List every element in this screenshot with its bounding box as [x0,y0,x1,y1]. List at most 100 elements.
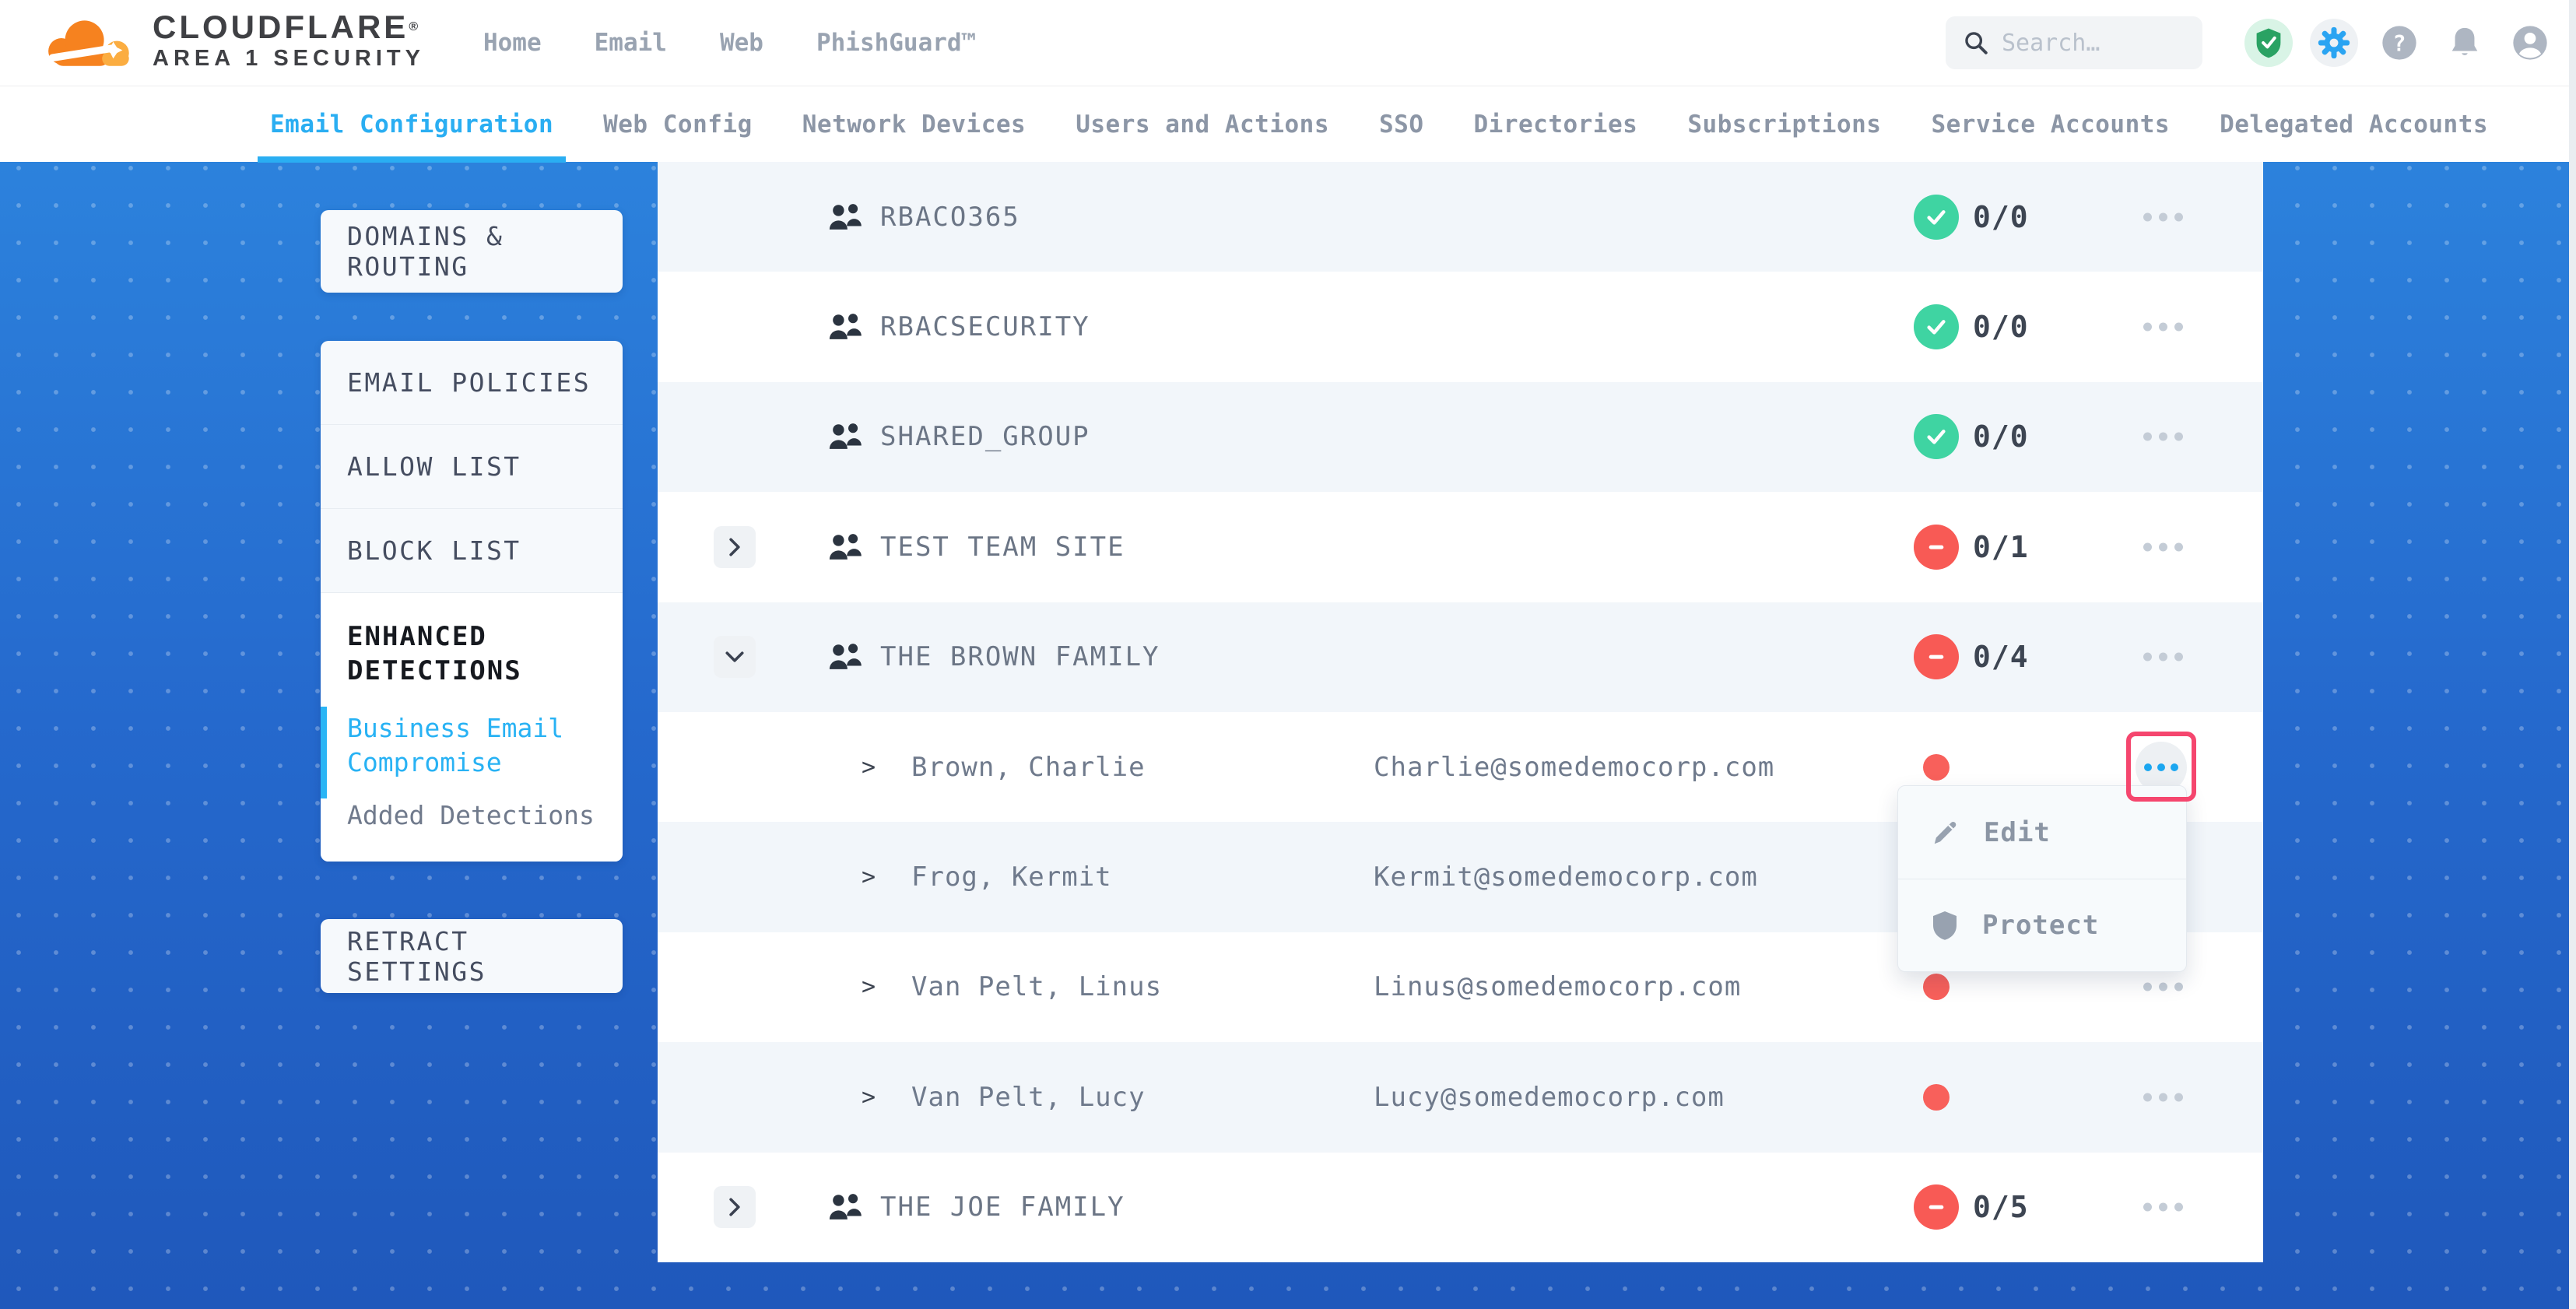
nav-web[interactable]: Web [720,29,763,57]
member-name: Frog, Kermit [911,862,1112,893]
status-red-dot [1923,974,1950,1000]
cloudflare-cloud-icon [43,10,140,75]
search-input[interactable] [2002,30,2188,57]
sidebar-item-domains-routing[interactable]: DOMAINS & ROUTING [321,210,623,293]
sidebar-section-enhanced-detections: ENHANCED DETECTIONS Business Email Compr… [321,593,623,862]
expand-group-button[interactable] [714,1186,756,1228]
sidebar: DOMAINS & ROUTING EMAIL POLICIES ALLOW L… [321,210,623,993]
member-chevron-icon[interactable]: > [862,753,876,781]
nav-home[interactable]: Home [483,29,542,57]
sidebar-item-email-policies[interactable]: EMAIL POLICIES [321,341,623,425]
status-blocked-badge [1914,634,1959,679]
row-context-menu: Edit Protect [1897,785,2187,972]
groups-table-panel: RBACO3650/0RBACSECURITY0/0SHARED_GROUP0/… [658,162,2263,1262]
tab-subscriptions[interactable]: Subscriptions [1687,86,1881,163]
protected-count: 0/4 [1973,640,2029,674]
member-name: Van Pelt, Lucy [911,1082,1146,1113]
tab-directories[interactable]: Directories [1474,86,1638,163]
status-red-dot [1923,754,1950,781]
status-red-dot [1923,1084,1950,1111]
row-actions-menu-button[interactable] [2143,1093,2183,1101]
minus-icon [1924,1195,1949,1220]
group-name: RBACO365 [880,202,1020,233]
menu-item-edit[interactable]: Edit [1898,786,2186,879]
member-chevron-icon[interactable]: > [862,974,876,1001]
sidebar-item-block-list[interactable]: BLOCK LIST [321,509,623,593]
search-bar[interactable] [1946,16,2202,69]
group-people-icon [827,532,863,563]
tab-service-accounts[interactable]: Service Accounts [1931,86,2170,163]
sidebar-item-allow-list[interactable]: ALLOW LIST [321,425,623,509]
sidebar-item-business-email-compromise[interactable]: Business Email Compromise [347,711,623,780]
group-people-icon [827,421,863,452]
group-people-icon [827,202,863,233]
active-item-indicator [321,707,327,798]
tab-email-configuration[interactable]: Email Configuration [270,86,553,163]
help-icon[interactable]: ? [2375,19,2423,67]
status-blocked-badge [1914,1184,1959,1230]
status-blocked-badge [1914,525,1959,570]
status-cell [1914,1084,1950,1111]
group-people-icon [827,641,863,672]
check-icon [1924,314,1949,339]
status-cell: 0/0 [1914,304,2029,349]
svg-text:?: ? [2393,31,2406,57]
member-chevron-icon[interactable]: > [862,1083,876,1111]
table-row-group: SHARED_GROUP0/0 [658,382,2263,492]
tab-network-devices[interactable]: Network Devices [802,86,1026,163]
status-ok-badge [1914,304,1959,349]
pencil-icon [1931,818,1960,848]
protected-count: 0/0 [1973,200,2029,234]
group-people-icon [827,311,863,342]
group-name: THE BROWN FAMILY [880,641,1160,672]
bell-icon[interactable] [2441,19,2489,67]
protected-count: 0/1 [1973,530,2029,564]
menu-item-protect[interactable]: Protect [1898,879,2186,971]
tab-users-and-actions[interactable]: Users and Actions [1076,86,1329,163]
page-scrollbar[interactable] [2569,0,2576,1309]
app-header: CLOUDFLARE® AREA 1 SECURITY Home Email W… [0,0,2576,86]
table-row-group: TEST TEAM SITE0/1 [658,492,2263,602]
avatar-icon[interactable] [2506,19,2554,67]
nav-phishguard[interactable]: PhishGuard™ [816,29,976,57]
row-actions-menu-button[interactable] [2143,433,2183,441]
sidebar-policies-card: EMAIL POLICIES ALLOW LIST BLOCK LIST ENH… [321,341,623,862]
status-ok-badge [1914,195,1959,240]
row-actions-menu-button[interactable] [2143,212,2183,221]
sidebar-item-added-detections[interactable]: Added Detections [347,800,623,830]
row-actions-menu-button[interactable] [2143,1203,2183,1212]
member-chevron-icon[interactable]: > [862,864,876,891]
status-cell: 0/0 [1914,414,2029,459]
group-people-icon [827,421,863,452]
chevron-down-icon [725,648,745,665]
group-name: RBACSECURITY [880,311,1090,342]
protected-count: 0/0 [1973,419,2029,454]
member-email: Lucy@somedemocorp.com [1374,1082,1725,1113]
row-actions-menu-button[interactable] [2143,323,2183,332]
tab-web-config[interactable]: Web Config [603,86,753,163]
status-cell [1914,974,1950,1000]
shield-check-icon[interactable] [2244,19,2293,67]
collapse-group-button[interactable] [714,636,756,678]
nav-email[interactable]: Email [595,29,667,57]
member-email: Charlie@somedemocorp.com [1374,752,1774,783]
tab-sso[interactable]: SSO [1379,86,1424,163]
group-people-icon [827,1191,863,1223]
table-row-group: RBACSECURITY 0/0 [658,272,2263,381]
chevron-right-icon [726,537,743,557]
gear-icon[interactable] [2310,19,2358,67]
groups-table: RBACO3650/0RBACSECURITY0/0SHARED_GROUP0/… [658,162,2263,1262]
row-actions-menu-button[interactable] [2143,983,2183,991]
tab-delegated-accounts[interactable]: Delegated Accounts [2220,86,2488,163]
sidebar-item-retract-settings[interactable]: RETRACT SETTINGS [321,919,623,993]
cloudflare-logo[interactable]: CLOUDFLARE® AREA 1 SECURITY [43,10,425,75]
member-email: Kermit@somedemocorp.com [1374,862,1758,893]
chevron-right-icon [726,1197,743,1217]
member-name: Brown, Charlie [911,752,1146,783]
table-row-group: RBACO365 0/0 [658,162,2263,272]
row-actions-menu-button[interactable] [2143,653,2183,662]
member-name: Van Pelt, Linus [911,971,1162,1002]
expand-group-button[interactable] [714,526,756,568]
row-actions-menu-button[interactable] [2143,542,2183,551]
enhanced-detections-title[interactable]: ENHANCED DETECTIONS [347,619,565,688]
